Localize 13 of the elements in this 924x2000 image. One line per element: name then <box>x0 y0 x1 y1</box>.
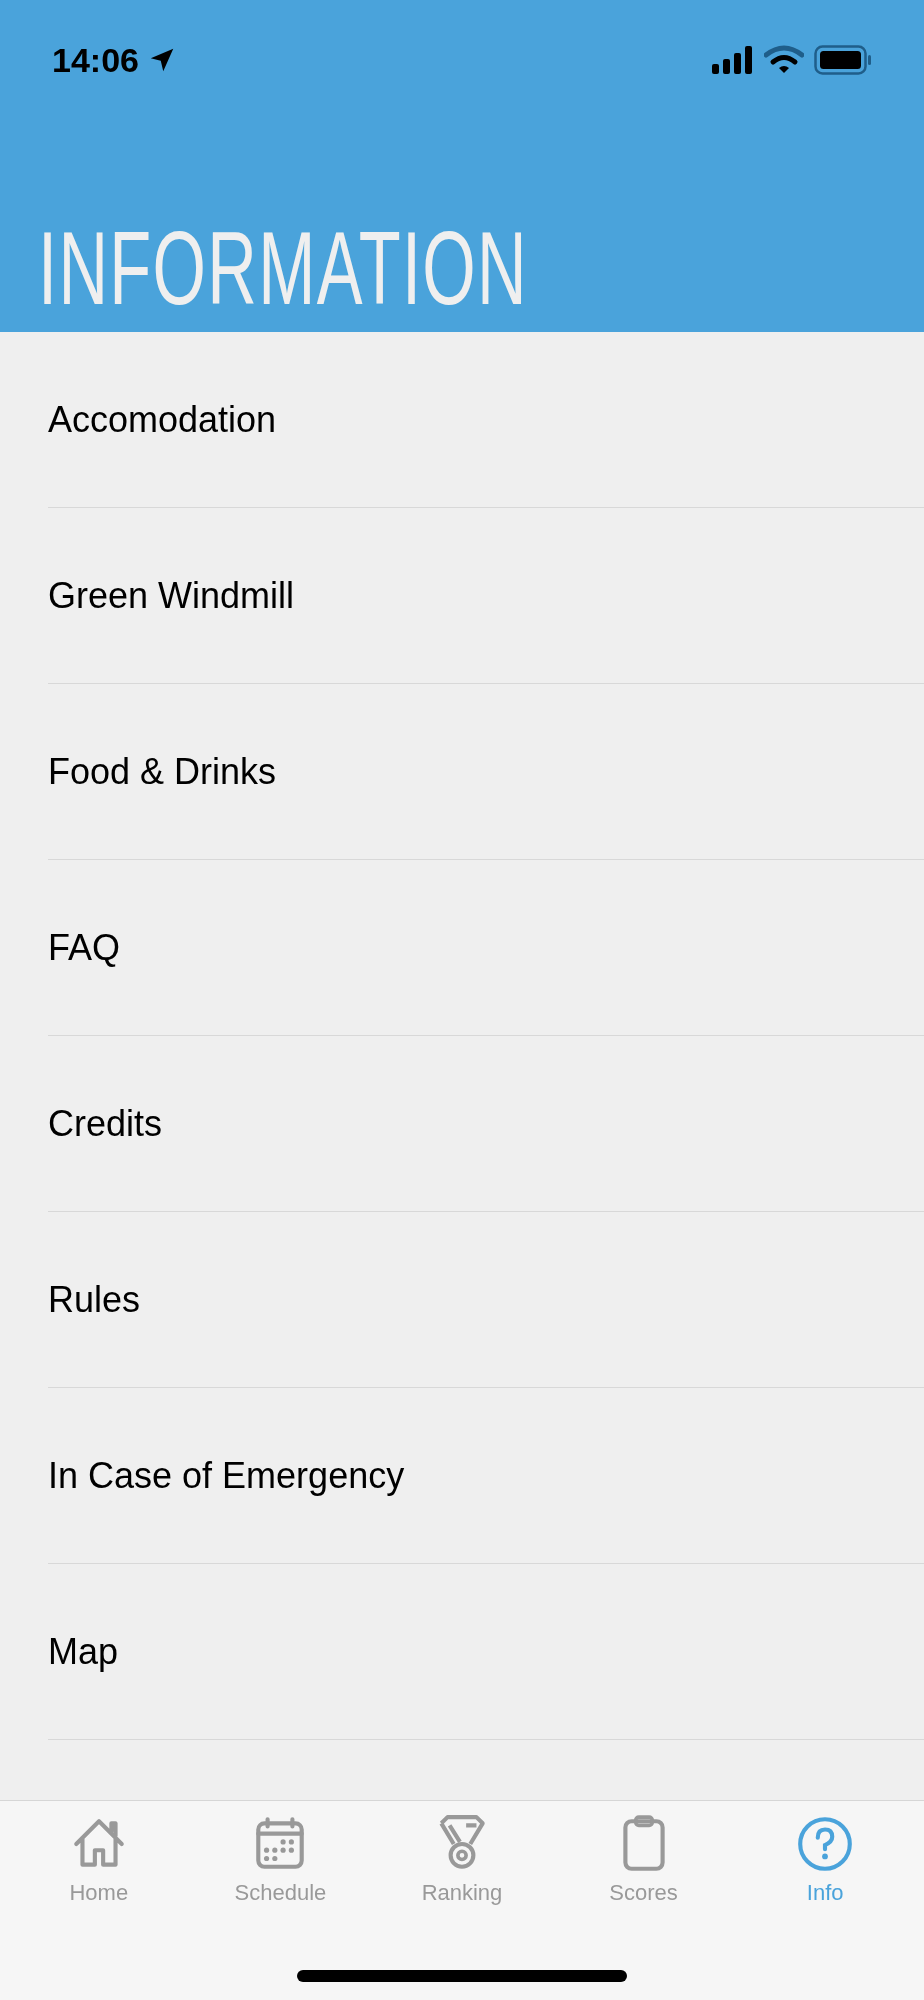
list-item[interactable]: Credits <box>48 1096 163 1151</box>
list-item[interactable]: FAQ <box>48 920 121 975</box>
status-time: 14:06 <box>52 39 139 81</box>
list-item[interactable]: Map <box>48 1624 119 1679</box>
page-title: INFORMATION <box>38 216 528 320</box>
list-item[interactable]: Rules <box>48 1272 141 1327</box>
battery-icon <box>814 45 872 75</box>
signal-icon <box>712 46 754 74</box>
list-item[interactable]: Accomodation <box>48 392 277 447</box>
wifi-icon <box>764 45 804 75</box>
list-item[interactable]: Food & Drinks <box>48 744 277 799</box>
list-item[interactable]: Green Windmill <box>48 568 295 623</box>
list-item[interactable]: In Case of Emergency <box>48 1448 405 1503</box>
